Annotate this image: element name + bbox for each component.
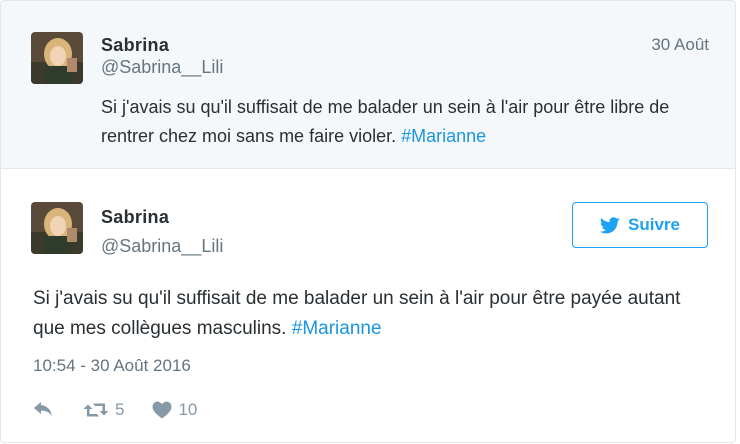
heart-icon xyxy=(152,401,172,419)
retweet-count: 5 xyxy=(115,400,125,419)
parent-tweet[interactable]: Sabrina @Sabrina__Lili 30 Août Si j'avai… xyxy=(0,0,736,168)
tweet-actions: 5 10 xyxy=(33,398,197,422)
tweet-text: Si j'avais su qu'il suffisait de me bala… xyxy=(33,284,713,344)
hashtag-link[interactable]: #Marianne xyxy=(401,126,486,146)
embedded-tweet-card: Sabrina @Sabrina__Lili 30 Août Si j'avai… xyxy=(0,0,740,444)
avatar[interactable] xyxy=(31,202,83,254)
like-button[interactable]: 10 xyxy=(152,400,197,420)
follow-button[interactable]: Suivre xyxy=(572,202,708,248)
reply-icon xyxy=(33,402,53,418)
like-count: 10 xyxy=(178,400,198,419)
retweet-icon xyxy=(83,401,109,419)
author-name[interactable]: Sabrina xyxy=(101,35,169,56)
retweet-button[interactable]: 5 xyxy=(83,400,124,420)
author-handle[interactable]: @Sabrina__Lili xyxy=(101,236,223,257)
tweet-text-body: Si j'avais su qu'il suffisait de me bala… xyxy=(101,97,670,146)
author-handle[interactable]: @Sabrina__Lili xyxy=(101,57,223,78)
tweet-text: Si j'avais su qu'il suffisait de me bala… xyxy=(101,93,711,151)
tweet-timestamp[interactable]: 10:54 - 30 Août 2016 xyxy=(33,356,191,376)
follow-button-label: Suivre xyxy=(628,215,680,234)
avatar[interactable] xyxy=(31,32,83,84)
main-tweet: Sabrina @Sabrina__Lili Suivre Si j'avais… xyxy=(0,168,736,443)
author-name[interactable]: Sabrina xyxy=(101,207,169,228)
twitter-bird-icon xyxy=(600,216,620,234)
tweet-date[interactable]: 30 Août xyxy=(651,35,709,55)
reply-button[interactable] xyxy=(33,402,53,418)
hashtag-link[interactable]: #Marianne xyxy=(292,318,382,339)
